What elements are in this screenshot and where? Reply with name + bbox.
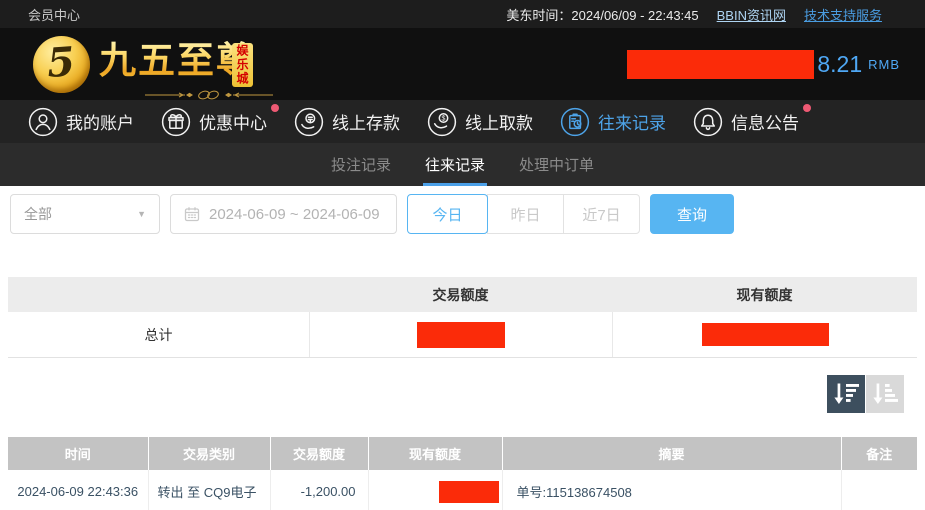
brand-badge: 娱乐城: [232, 43, 253, 87]
yesterday-button[interactable]: 昨日: [487, 194, 564, 234]
record-tabs: 投注记录 往来记录 处理中订单: [0, 143, 925, 186]
notification-dot: [271, 104, 279, 112]
nav-item-withdraw[interactable]: $ 线上取款: [427, 107, 533, 137]
topbar: 会员中心 美东时间：2024/06/09 - 22:43:45 BBIN资讯网 …: [0, 0, 925, 28]
col-header-balance: 现有额度: [368, 437, 502, 470]
nav-item-label: 优惠中心: [199, 109, 267, 134]
cell-balance: [368, 470, 502, 510]
redacted-balance-block: [627, 50, 814, 79]
col-header-amount: 交易额度: [270, 437, 368, 470]
summary-total-amount: [309, 312, 612, 357]
brand-logo[interactable]: 5 九五至尊 娱乐城: [33, 36, 255, 93]
transactions-table: 时间 交易类别 交易额度 现有额度 摘要 备注 2024-06-09 22:43…: [8, 437, 917, 510]
redacted-total-balance: [702, 323, 829, 346]
summary-total-label: 总计: [8, 312, 309, 357]
logo-coin-icon: 5: [33, 36, 90, 93]
site-header: 5 九五至尊 娱乐城 8.21 RMB: [0, 28, 925, 100]
cell-note: [841, 470, 917, 510]
main-nav: 我的账户 优惠中心 线上存款 $ 线上取款 往来记录: [0, 100, 925, 143]
balance-amount: 8.21: [817, 51, 862, 78]
summary-header-amount: 交易额度: [309, 285, 612, 305]
nav-item-deposit[interactable]: 线上存款: [294, 107, 400, 137]
summary-header-row: 交易额度 现有额度: [8, 277, 917, 312]
filter-row: 全部 ▼ 2024-06-09 ~ 2024-06-09 今日 昨日 近7日 查…: [10, 194, 734, 234]
deposit-icon: [294, 107, 324, 137]
type-select-value: 全部: [24, 204, 52, 224]
tech-support-link[interactable]: 技术支持服务: [804, 5, 882, 24]
date-range-input[interactable]: 2024-06-09 ~ 2024-06-09: [170, 194, 397, 234]
bell-icon: [693, 107, 723, 137]
member-center-label: 会员中心: [28, 5, 80, 24]
sort-descending-icon: [827, 375, 865, 413]
last7days-button[interactable]: 近7日: [563, 194, 640, 234]
summary-total-balance: [612, 312, 917, 357]
nav-item-my-account[interactable]: 我的账户: [28, 107, 134, 137]
date-range-value: 2024-06-09 ~ 2024-06-09: [209, 206, 380, 223]
summary-total-row: 总计: [8, 312, 917, 358]
col-header-type: 交易类别: [148, 437, 270, 470]
calendar-icon: [184, 206, 200, 222]
logo-glyph: 5: [45, 42, 76, 84]
nav-item-label: 线上取款: [465, 109, 533, 134]
withdraw-icon: $: [427, 107, 457, 137]
cell-summary: 单号:115138674508: [502, 470, 841, 510]
member-center-page: 会员中心 美东时间：2024/06/09 - 22:43:45 BBIN资讯网 …: [0, 0, 925, 510]
balance-currency: RMB: [868, 57, 900, 72]
summary-header-balance: 现有额度: [612, 285, 917, 305]
chevron-down-icon: ▼: [137, 209, 146, 219]
nav-item-promotions[interactable]: 优惠中心: [161, 107, 267, 137]
user-icon: [28, 107, 58, 137]
search-button[interactable]: 查询: [650, 194, 734, 234]
sort-ascending-icon: [866, 375, 904, 413]
server-time: 美东时间：2024/06/09 - 22:43:45: [506, 5, 698, 24]
tab-pending-orders[interactable]: 处理中订单: [517, 143, 596, 186]
nav-item-label: 信息公告: [731, 109, 799, 134]
redacted-total-amount: [417, 322, 505, 348]
content-area: 全部 ▼ 2024-06-09 ~ 2024-06-09 今日 昨日 近7日 查…: [0, 186, 925, 510]
sort-controls: [827, 375, 904, 413]
cell-type: 转出 至 CQ9电子: [148, 470, 270, 510]
nav-item-transactions[interactable]: 往来记录: [560, 107, 666, 137]
topbar-right: 美东时间：2024/06/09 - 22:43:45 BBIN资讯网 技术支持服…: [506, 5, 882, 24]
bbin-news-link[interactable]: BBIN资讯网: [717, 5, 786, 24]
brand-block: 九五至尊 娱乐城: [99, 36, 255, 83]
svg-text:$: $: [442, 115, 446, 122]
cell-amount: -1,200.00: [270, 470, 368, 510]
nav-item-label: 往来记录: [598, 109, 666, 134]
account-balance: 8.21 RMB: [627, 28, 900, 100]
col-header-summary: 摘要: [502, 437, 841, 470]
nav-item-announcements[interactable]: 信息公告: [693, 107, 799, 137]
table-row: 2024-06-09 22:43:36 转出 至 CQ9电子 -1,200.00…: [8, 470, 917, 510]
sort-ascending-button[interactable]: [866, 375, 904, 413]
nav-item-label: 我的账户: [66, 109, 134, 134]
transactions-table-header: 时间 交易类别 交易额度 现有额度 摘要 备注: [8, 437, 917, 470]
tab-transaction-records[interactable]: 往来记录: [423, 143, 487, 186]
flourish-ornament-icon: [143, 88, 275, 102]
gift-icon: [161, 107, 191, 137]
redacted-row-balance: [439, 481, 499, 503]
nav-item-label: 线上存款: [332, 109, 400, 134]
records-icon: [560, 107, 590, 137]
col-header-time: 时间: [8, 437, 148, 470]
notification-dot: [803, 104, 811, 112]
today-button[interactable]: 今日: [407, 194, 488, 234]
tab-bet-records[interactable]: 投注记录: [329, 143, 393, 186]
col-header-note: 备注: [841, 437, 917, 470]
sort-descending-button[interactable]: [827, 375, 865, 413]
summary-table: 交易额度 现有额度 总计: [8, 277, 917, 358]
cell-time: 2024-06-09 22:43:36: [8, 470, 148, 510]
quick-range-group: 今日 昨日 近7日: [407, 194, 640, 234]
type-select[interactable]: 全部 ▼: [10, 194, 160, 234]
